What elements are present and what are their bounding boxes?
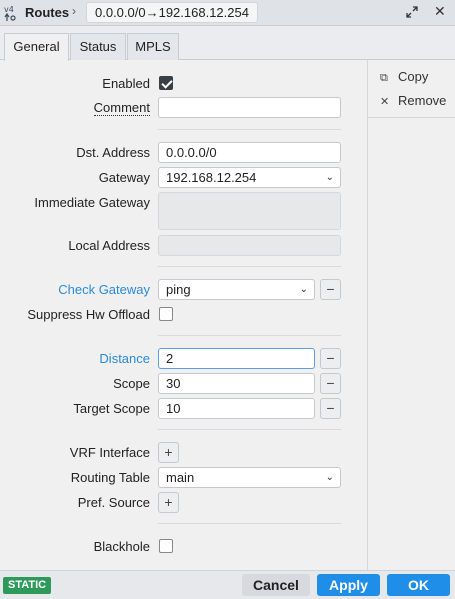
copy-label: Copy [398, 69, 429, 84]
immediate-gateway-field [158, 192, 341, 230]
gateway-value: 192.168.12.254 [166, 170, 257, 185]
target-scope-input[interactable]: 10 [158, 398, 315, 419]
chevron-down-icon: ⌄ [325, 172, 334, 183]
plus-icon[interactable]: + [158, 442, 179, 463]
breadcrumb-item[interactable]: 0.0.0.0/0→192.168.12.254 [86, 2, 258, 23]
comment-label[interactable]: Comment [93, 100, 150, 116]
chevron-down-icon: ⌄ [325, 472, 334, 483]
tab-general[interactable]: General [4, 33, 69, 61]
close-icon[interactable]: ✕ [434, 3, 446, 20]
minus-icon[interactable]: − [320, 373, 341, 394]
distance-label: Distance [99, 351, 150, 366]
minus-icon[interactable]: − [320, 348, 341, 369]
dst-address-input[interactable]: 0.0.0.0/0 [158, 142, 341, 163]
copy-button[interactable]: ⧉ Copy [380, 69, 428, 85]
chevron-down-icon: ⌄ [299, 284, 308, 295]
divider [368, 117, 455, 118]
status-badge: STATIC [3, 577, 52, 594]
routing-table-select[interactable]: main ⌄ [158, 467, 341, 488]
blackhole-label: Blackhole [93, 539, 150, 554]
local-address-field [158, 235, 341, 256]
suppress-hw-offload-label: Suppress Hw Offload [27, 307, 150, 322]
route-icon: v4 [4, 5, 16, 21]
remove-label: Remove [398, 93, 447, 108]
routing-table-label: Routing Table [70, 470, 150, 485]
check-gateway-label: Check Gateway [58, 282, 150, 297]
local-address-label: Local Address [68, 238, 150, 253]
breadcrumb-chevron-icon: › [72, 4, 76, 18]
gateway-label: Gateway [98, 170, 150, 185]
target-scope-label: Target Scope [73, 401, 150, 416]
pref-source-label: Pref. Source [77, 495, 150, 510]
divider [158, 335, 341, 336]
gateway-select[interactable]: 192.168.12.254 ⌄ [158, 167, 341, 188]
tab-bar: General Status MPLS [0, 26, 455, 61]
title-bar: v4 Routes › 0.0.0.0/0→192.168.12.254 ✕ [0, 0, 455, 26]
dst-address-label: Dst. Address [76, 145, 150, 160]
footer-bar: STATIC Cancel Apply OK [0, 570, 455, 599]
enabled-checkbox[interactable] [159, 76, 173, 90]
cancel-button[interactable]: Cancel [242, 574, 310, 596]
window-title: Routes [25, 5, 70, 20]
remove-icon: ✕ [380, 96, 390, 108]
apply-button[interactable]: Apply [317, 574, 380, 596]
divider [158, 523, 341, 524]
plus-icon[interactable]: + [158, 492, 179, 513]
blackhole-checkbox[interactable] [159, 539, 173, 553]
tab-mpls[interactable]: MPLS [127, 33, 179, 60]
side-panel: ⧉ Copy ✕ Remove [367, 60, 455, 570]
vrf-interface-label: VRF Interface [69, 445, 150, 460]
scope-input[interactable]: 30 [158, 373, 315, 394]
immediate-gateway-label: Immediate Gateway [34, 195, 150, 210]
minus-icon[interactable]: − [320, 279, 341, 300]
scope-label: Scope [113, 376, 150, 391]
tab-status[interactable]: Status [70, 33, 126, 60]
suppress-hw-offload-checkbox[interactable] [159, 307, 173, 321]
check-gateway-select[interactable]: ping ⌄ [158, 279, 315, 300]
divider [158, 266, 341, 267]
distance-input[interactable]: 2 [158, 348, 315, 369]
svg-text:v4: v4 [4, 5, 14, 14]
divider [158, 129, 341, 130]
minus-icon[interactable]: − [320, 398, 341, 419]
routing-table-value: main [166, 470, 195, 485]
ok-button[interactable]: OK [387, 574, 450, 596]
copy-icon: ⧉ [380, 72, 388, 84]
remove-button[interactable]: ✕ Remove [380, 93, 446, 108]
divider [158, 429, 341, 430]
comment-input[interactable] [158, 97, 341, 118]
enabled-label: Enabled [102, 76, 150, 91]
expand-icon[interactable] [405, 5, 419, 19]
check-gateway-value: ping [166, 282, 191, 297]
